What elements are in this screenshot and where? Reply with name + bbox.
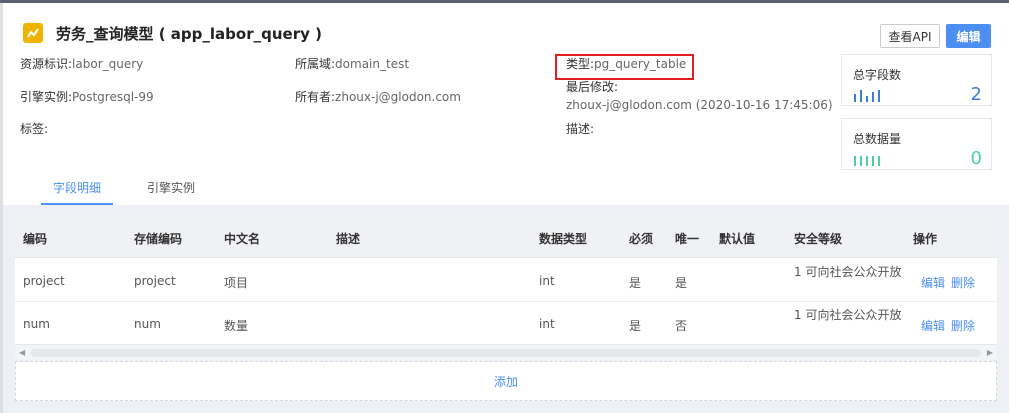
horizontal-scrollbar[interactable]: ◀ ▶ [15,344,997,360]
engine-instance-label: 引擎实例: [20,90,73,104]
description-label: 描述: [566,122,595,136]
scroll-right-icon[interactable]: ▶ [987,348,993,357]
data-count-sparkline [854,154,880,166]
add-field-button[interactable]: 添加 [15,361,997,401]
col-required: 必须 [629,232,654,246]
cell-data-type: int [539,274,555,288]
tab-engine-instance[interactable]: 引擎实例 [147,178,195,198]
engine-instance-field: 引擎实例:Postgresql-99 [20,89,154,105]
cell-storage-code: num [134,317,161,331]
cell-security-level: 1 可向社会公众开放 [794,308,902,322]
cell-code: num [23,317,50,331]
col-cn-name: 中文名 [224,232,261,246]
scroll-left-icon[interactable]: ◀ [19,348,25,357]
owner-label: 所有者: [295,90,336,104]
cell-required: 是 [629,276,642,290]
scrollbar-thumb[interactable] [31,349,981,357]
edit-button[interactable]: 编辑 [946,24,991,48]
tags-label: 标签: [20,122,49,136]
cell-unique: 是 [675,276,688,290]
table-header: 编码 存储编码 中文名 描述 数据类型 必须 唯一 默认值 安全等级 操作 [15,218,997,258]
data-count-card: 总数据量 0 [841,118,992,170]
domain-label: 所属域: [295,57,336,71]
engine-instance-value: Postgresql-99 [72,90,154,104]
col-unique: 唯一 [675,232,700,246]
cell-unique: 否 [675,319,688,333]
row-edit-link[interactable]: 编辑 [921,317,945,334]
cell-storage-code: project [134,274,176,288]
field-count-card: 总字段数 2 [841,54,992,106]
tab-field-details[interactable]: 字段明细 [41,178,113,205]
row-delete-link[interactable]: 删除 [951,317,975,334]
last-modified-label: 最后修改: [566,80,619,94]
table-row: num num 数量 int 是 否 1 可向社会公众开放 编辑 删除 [15,302,997,345]
fields-table: 编码 存储编码 中文名 描述 数据类型 必须 唯一 默认值 安全等级 操作 pr… [15,218,997,360]
cell-code: project [23,274,65,288]
row-edit-link[interactable]: 编辑 [921,274,945,291]
col-description: 描述 [336,232,361,246]
type-highlight-box [555,54,694,80]
col-code: 编码 [23,232,48,246]
data-count-value: 0 [970,148,982,169]
cell-cn-name: 数量 [224,319,249,333]
col-security-level: 安全等级 [794,232,843,246]
col-data-type: 数据类型 [539,232,588,246]
field-count-value: 2 [970,84,982,105]
col-default: 默认值 [719,232,756,246]
field-count-sparkline [854,90,880,102]
resource-id-field: 资源标识:labor_query [20,56,143,72]
cell-security-level: 1 可向社会公众开放 [794,265,902,279]
last-modified-value: zhoux-j@glodon.com (2020-10-16 17:45:06) [566,98,833,112]
resource-id-label: 资源标识: [20,57,73,71]
col-storage-code: 存储编码 [134,232,183,246]
page-title: 劳务_查询模型 ( app_labor_query ) [56,25,322,43]
resource-id-value: labor_query [72,57,144,71]
domain-value: domain_test [335,57,410,71]
table-row: project project 项目 int 是 是 1 可向社会公众开放 编辑… [15,259,997,302]
field-count-label: 总字段数 [853,68,902,82]
domain-field: 所属域:domain_test [295,56,409,72]
model-type-icon [23,23,43,43]
owner-value: zhoux-j@glodon.com [335,90,461,104]
row-delete-link[interactable]: 删除 [951,274,975,291]
data-count-label: 总数据量 [853,132,902,146]
col-actions: 操作 [913,232,938,246]
cell-cn-name: 项目 [224,276,249,290]
detail-tabs: 字段明细 引擎实例 [3,178,1009,205]
model-info-panel: 劳务_查询模型 ( app_labor_query ) 查看API 编辑 资源标… [3,3,1009,205]
cell-required: 是 [629,319,642,333]
view-api-button[interactable]: 查看API [880,24,940,48]
cell-data-type: int [539,317,555,331]
owner-field: 所有者:zhoux-j@glodon.com [295,89,461,105]
